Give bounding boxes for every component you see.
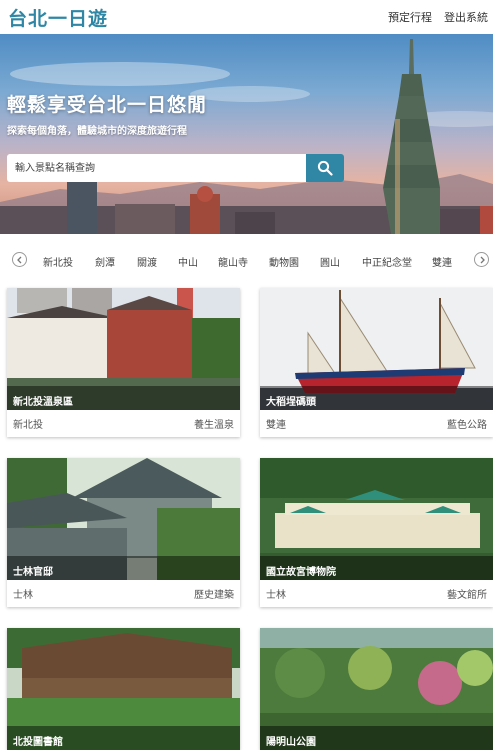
chevron-left-icon [16,256,21,263]
card-title: 國立故宮博物院 [260,556,493,580]
category-item[interactable]: 新北投 [43,254,73,269]
card-tag: 養生溫泉 [194,420,234,431]
card-tag: 歷史建築 [194,590,234,601]
hero-subtitle: 探索每個角落，體驗城市的深度旅遊行程 [7,126,187,137]
search-input[interactable] [7,154,306,182]
card-image: 北投圖書館 [7,628,240,750]
category-item[interactable]: 關渡 [137,254,157,269]
card-area: 新北投 [13,420,43,431]
card-image: 大稻埕碼頭 [260,288,493,410]
category-strip: 新北投 劍潭 關渡 中山 龍山寺 動物園 圓山 中正紀念堂 雙連 [0,246,493,276]
card-title: 大稻埕碼頭 [260,386,493,410]
category-item[interactable]: 中正紀念堂 [362,254,412,269]
attraction-card[interactable]: 大稻埕碼頭 雙連 藍色公路 [260,288,493,437]
card-image: 士林官邸 [7,458,240,580]
brand-logo[interactable]: 台北一日遊 [8,4,108,31]
card-area: 雙連 [266,420,286,431]
attraction-card[interactable]: 國立故宮博物院 士林 藝文館所 [260,458,493,607]
category-item[interactable]: 圓山 [320,254,340,269]
search-icon [317,160,333,176]
attraction-card[interactable]: 士林官邸 士林 歷史建築 [7,458,240,607]
category-item[interactable]: 雙連 [432,254,452,269]
category-next-button[interactable] [474,252,489,267]
chevron-right-icon [480,256,485,263]
card-tag: 藍色公路 [447,420,487,431]
attraction-card[interactable]: 陽明山公園 [260,628,493,750]
card-image: 陽明山公園 [260,628,493,750]
card-tag: 藝文館所 [447,590,487,601]
top-navbar: 台北一日遊 預定行程 登出系統 [0,0,493,34]
card-image: 新北投溫泉區 [7,288,240,410]
attraction-card[interactable]: 北投圖書館 [7,628,240,750]
attraction-card[interactable]: 新北投溫泉區 新北投 養生溫泉 [7,288,240,437]
card-area: 士林 [266,590,286,601]
category-item[interactable]: 劍潭 [95,254,115,269]
search-button[interactable] [306,154,344,182]
nav-booked-trips-link[interactable]: 預定行程 [388,9,432,25]
category-item[interactable]: 動物園 [269,254,299,269]
card-title: 陽明山公園 [260,726,493,750]
card-title: 新北投溫泉區 [7,386,240,410]
nav-logout-link[interactable]: 登出系統 [444,9,488,25]
hero-banner: 輕鬆享受台北一日悠閒 探索每個角落，體驗城市的深度旅遊行程 [0,34,493,234]
card-title: 北投圖書館 [7,726,240,750]
category-prev-button[interactable] [12,252,27,267]
category-item[interactable]: 中山 [178,254,198,269]
search-bar [7,154,344,182]
nav-links: 預定行程 登出系統 [388,9,488,25]
card-area: 士林 [13,590,33,601]
card-image: 國立故宮博物院 [260,458,493,580]
category-item[interactable]: 龍山寺 [218,254,248,269]
hero-title: 輕鬆享受台北一日悠閒 [7,94,208,116]
card-title: 士林官邸 [7,556,240,580]
